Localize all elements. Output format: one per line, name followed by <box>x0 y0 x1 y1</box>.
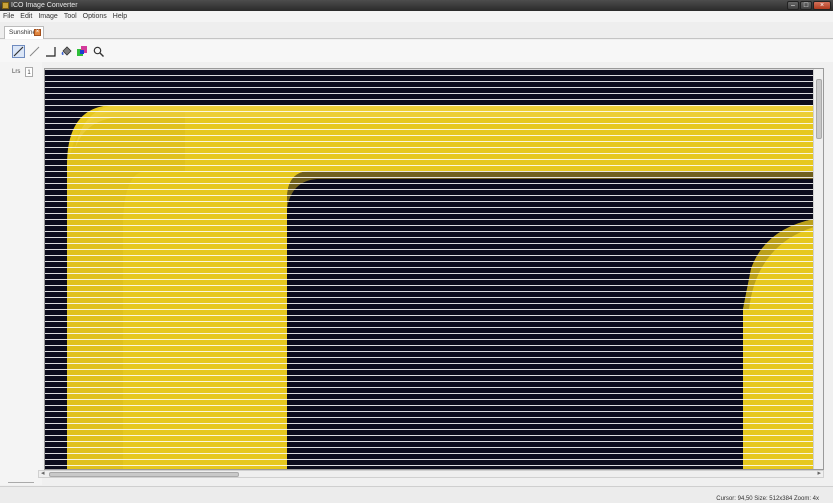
panel-divider <box>8 482 34 483</box>
tool-bar <box>0 40 833 62</box>
frame-tab[interactable]: 1 <box>25 67 33 77</box>
fill-tool[interactable] <box>60 45 73 58</box>
vertical-scrollbar[interactable] <box>813 69 823 469</box>
image-canvas-frame <box>44 68 824 470</box>
pencil-tool[interactable] <box>12 44 25 58</box>
window-controls: – □ × <box>787 1 831 10</box>
menu-options[interactable]: Options <box>82 11 112 22</box>
window-title: ICO Image Converter <box>11 2 78 9</box>
image-canvas[interactable] <box>45 69 814 469</box>
menu-bar: File Edit Image Tool Options Help <box>0 11 833 22</box>
color-picker-icon <box>77 45 87 56</box>
line-tool[interactable] <box>28 45 41 58</box>
menu-help[interactable]: Help <box>112 11 132 22</box>
color-tool[interactable] <box>76 45 89 58</box>
tab-sunshine[interactable]: Sunshine × <box>4 26 44 39</box>
app-window: ICO Image Converter – □ × File Edit Imag… <box>0 0 833 503</box>
zoom-tool[interactable] <box>92 45 105 58</box>
close-button[interactable]: × <box>813 1 831 10</box>
fill-bucket-icon <box>61 45 72 56</box>
tab-label: Sunshine <box>9 29 37 36</box>
horizontal-scroll-thumb[interactable] <box>49 472 239 477</box>
menu-edit[interactable]: Edit <box>19 11 37 22</box>
menu-image[interactable]: Image <box>37 11 62 22</box>
zoom-icon <box>93 46 104 57</box>
scroll-right-icon[interactable]: ▸ <box>817 470 821 478</box>
rectangle-tool[interactable] <box>44 45 57 58</box>
app-icon <box>2 2 9 9</box>
menu-tool[interactable]: Tool <box>63 11 82 22</box>
status-bar: Cursor: 94,50 Size: 512x384 Zoom: 4x <box>0 486 833 503</box>
layers-panel: Lrs 1 <box>0 62 42 485</box>
rectangle-icon <box>46 46 56 57</box>
scroll-left-icon[interactable]: ◂ <box>41 470 45 478</box>
status-text: Cursor: 94,50 Size: 512x384 Zoom: 4x <box>716 496 819 502</box>
menu-file[interactable]: File <box>2 11 19 22</box>
document-tabs: Sunshine × <box>0 22 833 39</box>
line-icon <box>29 46 40 56</box>
minimize-button[interactable]: – <box>787 1 799 10</box>
maximize-button[interactable]: □ <box>800 1 812 10</box>
layers-tab[interactable]: Lrs <box>12 67 20 77</box>
tab-close-icon[interactable]: × <box>34 29 41 36</box>
vertical-scroll-thumb[interactable] <box>816 79 822 139</box>
pixel-art-image <box>45 69 814 469</box>
title-bar: ICO Image Converter – □ × <box>0 0 833 11</box>
pencil-icon <box>13 46 24 56</box>
horizontal-scrollbar[interactable]: ◂ ▸ <box>38 470 824 478</box>
